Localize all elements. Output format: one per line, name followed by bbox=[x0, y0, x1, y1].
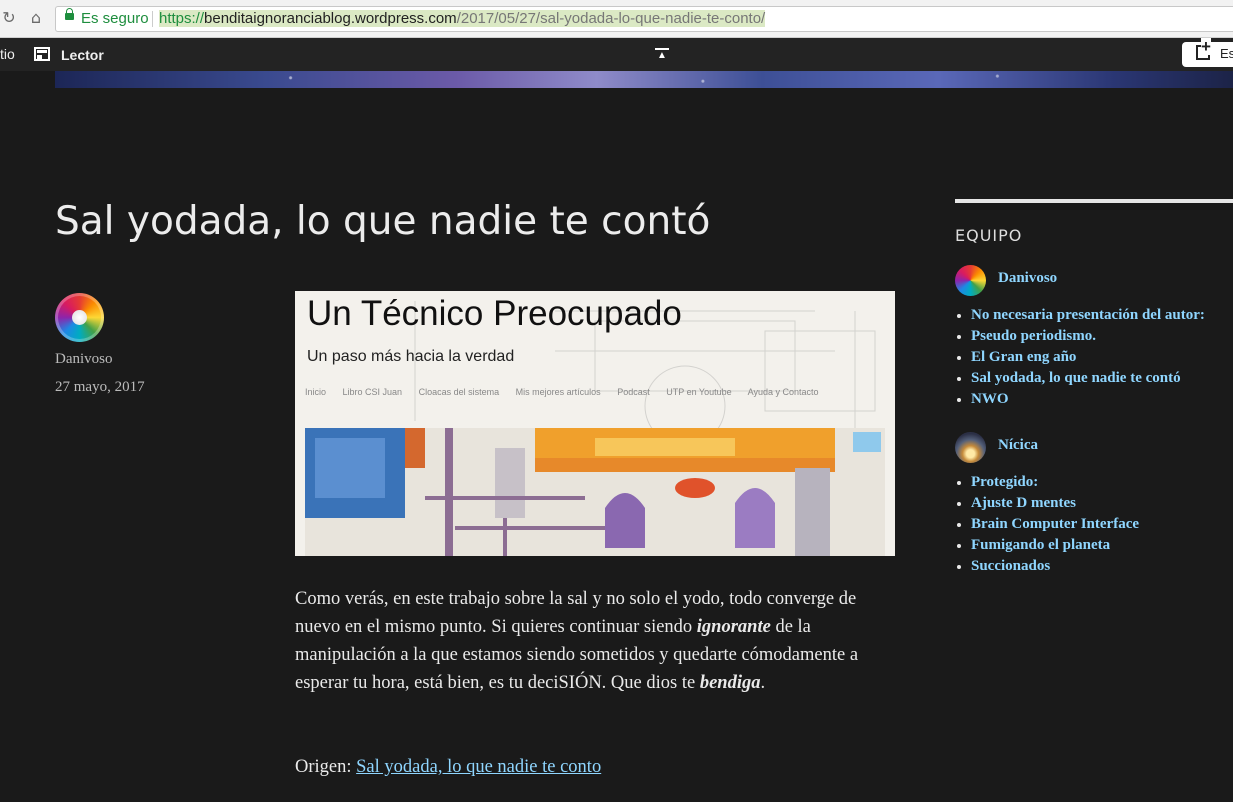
admin-bar: tio Lector ▲ Es bbox=[0, 38, 1233, 71]
reader-link[interactable]: Lector bbox=[61, 47, 104, 63]
member-post-link[interactable]: Protegido: bbox=[955, 472, 1139, 493]
member-post-link[interactable]: Fumigando el planeta bbox=[955, 535, 1139, 556]
member-post-link[interactable]: El Gran eng año bbox=[955, 347, 1205, 368]
member-avatar[interactable] bbox=[955, 432, 986, 463]
member-post-link[interactable]: Succionados bbox=[955, 556, 1139, 577]
member-post-link[interactable]: Brain Computer Interface bbox=[955, 514, 1139, 535]
emphasis-bendiga: bendiga bbox=[699, 673, 761, 693]
site-header-image bbox=[55, 71, 1233, 88]
banner-title: Un Técnico Preocupado bbox=[307, 294, 682, 333]
member-post-link[interactable]: Pseudo periodismo. bbox=[955, 326, 1205, 347]
origin-link[interactable]: Sal yodada, lo que nadie te conto bbox=[356, 757, 601, 777]
browser-toolbar: ↻ ⌂ Es seguro https://benditaignoranciab… bbox=[0, 0, 1233, 38]
page-title: Sal yodada, lo que nadie te contó bbox=[55, 199, 711, 244]
member-post-link[interactable]: Ajuste D mentes bbox=[955, 493, 1139, 514]
banner-menu-item: Cloacas del sistema bbox=[418, 387, 500, 397]
url-path: /2017/05/27/sal-yodada-lo-que-nadie-te-c… bbox=[456, 10, 766, 27]
body-text-3: . bbox=[760, 673, 766, 693]
banner-menu: Inicio Libro CSI Juan Cloacas del sistem… bbox=[305, 387, 885, 397]
sidebar-divider bbox=[955, 199, 1233, 203]
banner-menu-item: Ayuda y Contacto bbox=[747, 387, 819, 397]
member-post-link[interactable]: NWO bbox=[955, 389, 1205, 410]
banner-menu-item: Podcast bbox=[617, 387, 650, 397]
banner-subtitle: Un paso más hacia la verdad bbox=[307, 348, 515, 365]
banner-menu-item: UTP en Youtube bbox=[666, 387, 732, 397]
author-avatar[interactable] bbox=[55, 293, 104, 342]
member-post-list: No necesaria presentación del autor: Pse… bbox=[955, 305, 1205, 410]
emphasis-ignorante: ignorante bbox=[696, 617, 771, 637]
reload-icon[interactable]: ↻ bbox=[0, 9, 18, 27]
member-post-link[interactable]: No necesaria presentación del autor: bbox=[955, 305, 1205, 326]
member-post-link[interactable]: Sal yodada, lo que nadie te contó bbox=[955, 368, 1205, 389]
post-date[interactable]: 27 mayo, 2017 bbox=[55, 379, 145, 396]
secure-label: Es seguro bbox=[81, 10, 149, 27]
member-name[interactable]: Nícica bbox=[998, 437, 1038, 454]
banner-menu-item: Mis mejores artículos bbox=[515, 387, 601, 397]
origin-label: Origen: bbox=[295, 757, 357, 777]
write-button[interactable]: Es bbox=[1182, 38, 1233, 67]
collapse-up-icon[interactable]: ▲ bbox=[655, 48, 669, 61]
member-name[interactable]: Danivoso bbox=[998, 270, 1057, 287]
lock-icon bbox=[65, 8, 74, 20]
author-name[interactable]: Danivoso bbox=[55, 351, 113, 368]
new-post-icon bbox=[1196, 38, 1211, 60]
origin-line: Origen: Sal yodada, lo que nadie te cont… bbox=[295, 753, 601, 781]
url-text[interactable]: https://benditaignoranciablog.wordpress.… bbox=[159, 7, 766, 31]
post-banner-image: Un Técnico Preocupado Un paso más hacia … bbox=[295, 291, 895, 556]
member-avatar[interactable] bbox=[955, 265, 986, 296]
post-body: Como verás, en este trabajo sobre la sal… bbox=[295, 585, 895, 697]
banner-menu-item: Inicio bbox=[305, 387, 327, 397]
write-label: Es bbox=[1220, 46, 1233, 61]
member-post-list: Protegido: Ajuste D mentes Brain Compute… bbox=[955, 472, 1139, 577]
banner-industrial-illustration bbox=[305, 428, 885, 556]
home-icon[interactable]: ⌂ bbox=[27, 9, 45, 27]
divider bbox=[152, 11, 153, 27]
address-bar[interactable]: Es seguro https://benditaignoranciablog.… bbox=[55, 6, 1233, 32]
reader-icon[interactable] bbox=[34, 47, 50, 61]
admin-bar-cut-item[interactable]: tio bbox=[0, 46, 15, 62]
banner-menu-item: Libro CSI Juan bbox=[342, 387, 403, 397]
sidebar-title: EQUIPO bbox=[955, 226, 1023, 245]
url-scheme: https:// bbox=[159, 10, 205, 27]
url-host: benditaignoranciablog.wordpress.com bbox=[204, 10, 457, 27]
